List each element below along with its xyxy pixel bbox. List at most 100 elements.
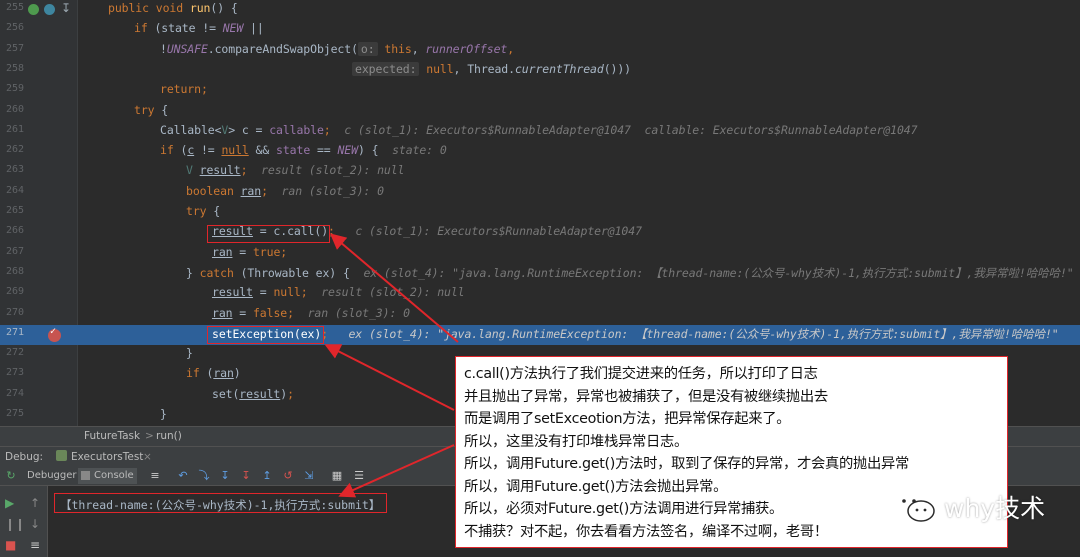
code-token: this bbox=[377, 41, 412, 56]
down-arrow-icon[interactable]: ↓ bbox=[30, 517, 40, 531]
force-step-into-icon[interactable]: ↧ bbox=[239, 469, 253, 483]
line-number[interactable]: 270 bbox=[0, 307, 24, 318]
step-over-icon[interactable]: ⤵ bbox=[197, 469, 211, 483]
code-token: ; bbox=[323, 122, 331, 137]
session-tab-icon bbox=[56, 450, 67, 461]
code-token: ran bbox=[240, 183, 262, 198]
code-text: ran = false; ran (slot_3): 0 bbox=[212, 306, 410, 320]
rerun-icon[interactable]: ↻ bbox=[4, 469, 18, 483]
code-token: ) bbox=[233, 366, 241, 381]
code-line[interactable]: 269 result = null; result (slot_2): null bbox=[0, 284, 1080, 304]
code-text: try { bbox=[186, 204, 220, 218]
code-line[interactable]: 271 setException(ex); ex (slot_4): "java.… bbox=[0, 324, 1080, 346]
resume-icon[interactable]: ▶ bbox=[5, 496, 14, 510]
code-token: ( bbox=[199, 366, 214, 381]
breakpoint-icon[interactable] bbox=[48, 326, 61, 342]
run-to-cursor-icon[interactable]: ⇲ bbox=[302, 469, 316, 483]
parameter-hint: expected: bbox=[352, 61, 420, 76]
inline-debug-value: ran (slot_3): 0 bbox=[267, 183, 384, 198]
line-number[interactable]: 258 bbox=[0, 63, 24, 74]
code-token: = bbox=[232, 305, 253, 320]
implements-icon[interactable] bbox=[28, 4, 39, 15]
session-tab[interactable]: ExecutorsTest bbox=[71, 451, 143, 463]
code-line[interactable]: 259 return; bbox=[0, 81, 1080, 101]
up-arrow-icon[interactable]: ↑ bbox=[30, 496, 40, 510]
wrap-icon[interactable]: ≡ bbox=[30, 538, 40, 552]
settings-menu-icon[interactable]: ≡ bbox=[148, 469, 162, 483]
inline-debug-value: state: 0 bbox=[378, 143, 447, 158]
code-line[interactable]: 255 public void run() { bbox=[0, 0, 1080, 20]
code-text: result = null; result (slot_2): null bbox=[212, 285, 465, 299]
code-text: setException(ex); ex (slot_4): "java.lan… bbox=[212, 326, 1059, 342]
code-token: currentThread bbox=[514, 61, 604, 76]
code-text: ran = true; bbox=[212, 245, 287, 259]
line-number[interactable]: 256 bbox=[0, 22, 24, 33]
code-text: V result; result (slot_2): null bbox=[186, 163, 404, 177]
pause-icon[interactable]: ❙❙ bbox=[5, 517, 25, 531]
line-number[interactable]: 257 bbox=[0, 43, 24, 54]
code-line[interactable]: 270 ran = false; ran (slot_3): 0 bbox=[0, 305, 1080, 325]
code-token: , bbox=[411, 41, 426, 56]
line-number[interactable]: 266 bbox=[0, 225, 24, 236]
line-number[interactable]: 274 bbox=[0, 388, 24, 399]
code-text: expected: null, Thread.currentThread())) bbox=[352, 61, 631, 76]
code-token: { bbox=[206, 204, 221, 218]
line-number[interactable]: 271 bbox=[0, 327, 24, 338]
code-line[interactable]: 264 boolean ran; ran (slot_3): 0 bbox=[0, 183, 1080, 203]
code-line[interactable]: 262 if (c != null && state == NEW) { stat… bbox=[0, 142, 1080, 162]
step-out-icon[interactable]: ↥ bbox=[260, 469, 274, 483]
line-number[interactable]: 269 bbox=[0, 286, 24, 297]
code-line[interactable]: 257 !UNSAFE.compareAndSwapObject(o: this,… bbox=[0, 41, 1080, 61]
code-token: result bbox=[239, 386, 281, 401]
line-number[interactable]: 267 bbox=[0, 246, 24, 257]
code-token: } bbox=[186, 346, 193, 361]
watermark-text: why技术 bbox=[944, 494, 1046, 523]
code-text: } catch (Throwable ex) { ex (slot_4): "j… bbox=[186, 265, 1074, 281]
line-number[interactable]: 265 bbox=[0, 205, 24, 216]
code-line[interactable]: 260 try { bbox=[0, 102, 1080, 122]
tab-console[interactable]: Console bbox=[78, 468, 137, 484]
code-token: if bbox=[134, 21, 148, 36]
breadcrumb-class[interactable]: FutureTask bbox=[84, 430, 140, 442]
code-line[interactable]: 265 try { bbox=[0, 203, 1080, 223]
code-token: catch bbox=[199, 265, 234, 280]
line-number[interactable]: 260 bbox=[0, 104, 24, 115]
code-line[interactable]: 258 expected: null, Thread.currentThread(… bbox=[0, 61, 1080, 81]
code-token: == bbox=[310, 143, 338, 158]
tab-debugger[interactable]: Debugger bbox=[24, 468, 80, 484]
code-token: state bbox=[276, 143, 311, 158]
line-number[interactable]: 263 bbox=[0, 164, 24, 175]
code-line[interactable]: 268 } catch (Throwable ex) { ex (slot_4):… bbox=[0, 264, 1080, 284]
stop-icon[interactable]: ■ bbox=[5, 538, 16, 552]
code-line[interactable]: 263 V result; result (slot_2): null bbox=[0, 162, 1080, 182]
drop-frame-icon[interactable]: ↺ bbox=[281, 469, 295, 483]
step-arrow-icon[interactable]: ↧ bbox=[61, 1, 71, 15]
line-number[interactable]: 264 bbox=[0, 185, 24, 196]
console-tab-icon bbox=[81, 471, 90, 480]
code-line[interactable]: 256 if (state != NEW || bbox=[0, 20, 1080, 40]
line-number[interactable]: 275 bbox=[0, 408, 24, 419]
line-number[interactable]: 259 bbox=[0, 83, 24, 94]
highlight-box-setexception bbox=[207, 326, 324, 344]
layout-icon[interactable]: ☰ bbox=[352, 469, 366, 483]
code-token: { bbox=[154, 102, 169, 117]
code-text: } bbox=[186, 346, 193, 360]
override-icon[interactable] bbox=[44, 4, 55, 15]
show-execution-point-icon[interactable]: ↶ bbox=[176, 469, 190, 483]
evaluate-expression-icon[interactable]: ▦ bbox=[330, 469, 344, 483]
console-tab-label: Console bbox=[94, 470, 134, 481]
line-number[interactable]: 272 bbox=[0, 347, 24, 358]
code-line[interactable]: 266 result = c.call(); c (slot_1): Execut… bbox=[0, 223, 1080, 243]
line-number[interactable]: 273 bbox=[0, 367, 24, 378]
close-session-icon[interactable]: × bbox=[143, 451, 152, 463]
line-number[interactable]: 268 bbox=[0, 266, 24, 277]
line-number[interactable]: 261 bbox=[0, 124, 24, 135]
line-number[interactable]: 262 bbox=[0, 144, 24, 155]
code-token: null bbox=[273, 285, 301, 300]
code-token: (Throwable ex) { bbox=[233, 265, 350, 280]
breadcrumb-method[interactable]: run() bbox=[156, 430, 182, 442]
step-into-icon[interactable]: ↧ bbox=[218, 469, 232, 483]
code-line[interactable]: 261 Callable<V> c = callable; c (slot_1):… bbox=[0, 122, 1080, 142]
code-line[interactable]: 267 ran = true; bbox=[0, 244, 1080, 264]
line-number[interactable]: 255 bbox=[0, 2, 24, 13]
